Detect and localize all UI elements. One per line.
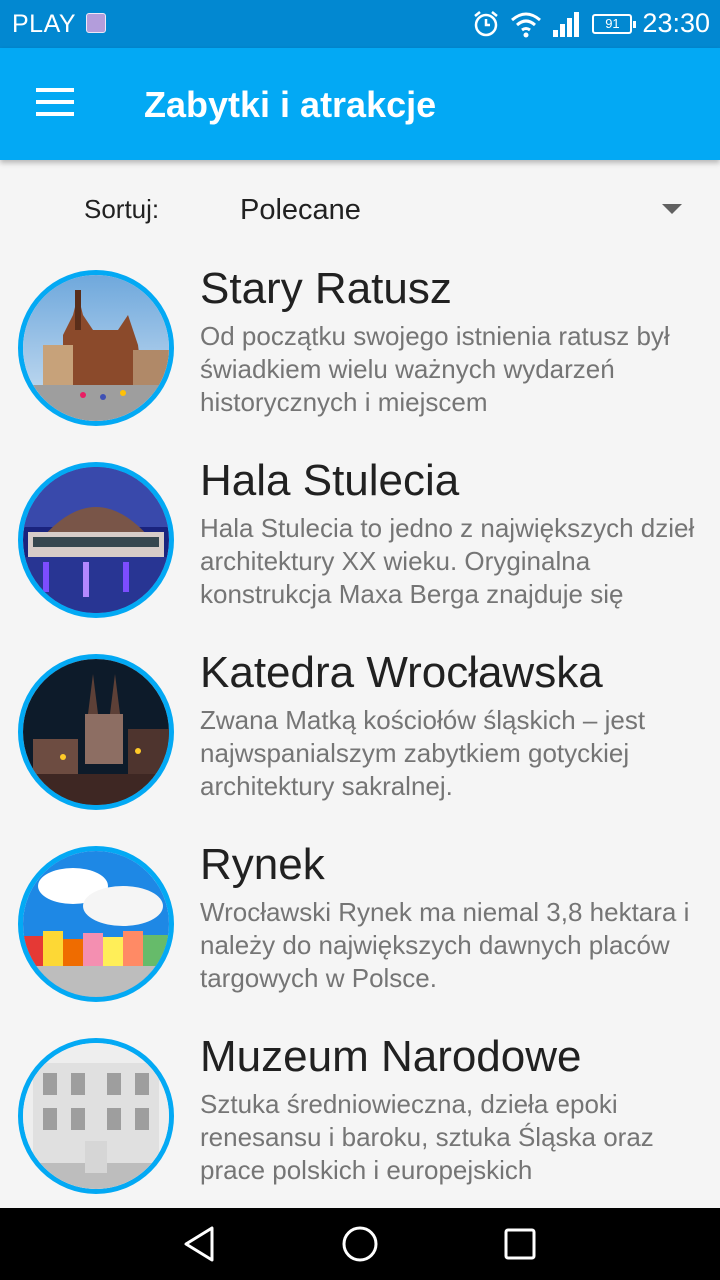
item-description: Hala Stulecia to jedno z największych dz… [200,513,695,609]
thumbnail-image [18,846,174,1002]
list-item-hala-stulecia[interactable]: Hala Stulecia Hala Stulecia to jedno z n… [0,448,720,628]
item-title: Muzeum Narodowe [200,1032,582,1081]
item-title: Katedra Wrocławska [200,648,603,697]
status-bar: PLAY 91 23:30 [0,0,720,48]
carrier-name: PLAY [12,10,77,38]
sort-label: Sortuj: [84,194,160,224]
gallery-notification-icon [86,13,106,33]
item-title: Stary Ratusz [200,264,452,313]
home-icon[interactable] [338,1222,382,1266]
thumbnail-image [18,270,174,426]
sort-selected-value: Polecane [240,194,361,226]
battery-icon: 91 [592,13,637,34]
navigation-bar [0,1208,720,1280]
alarm-icon [474,10,499,36]
recents-icon[interactable] [498,1222,542,1266]
back-icon[interactable] [178,1222,222,1266]
wifi-icon [511,12,542,37]
item-description: Wrocławski Rynek ma niemal 3,8 hektara i… [200,897,690,993]
item-description: Sztuka średniowieczna, dzieła epoki rene… [200,1089,654,1185]
thumbnail-image [18,1038,174,1194]
list-item-rynek[interactable]: Rynek Wrocławski Rynek ma niemal 3,8 hek… [0,832,720,1012]
page-title: Zabytki i atrakcje [144,84,437,125]
sort-dropdown[interactable]: Polecane [230,182,700,238]
app-bar: Zabytki i atrakcje [0,48,720,160]
list-item-stary-ratusz[interactable]: Stary Ratusz Od początku swojego istnien… [0,256,720,436]
item-description: Zwana Matką kościołów śląskich – jest na… [200,705,646,801]
signal-icon [553,11,580,37]
battery-level: 91 [605,15,620,31]
item-title: Rynek [200,840,325,889]
list-item-muzeum[interactable]: Muzeum Narodowe Sztuka średniowieczna, d… [0,1024,720,1204]
hamburger-menu-icon[interactable] [36,88,76,120]
item-description: Od początku swojego istnienia ratusz był… [200,321,670,417]
item-title: Hala Stulecia [200,456,460,505]
thumbnail-image [18,654,174,810]
list-item-katedra[interactable]: Katedra Wrocławska Zwana Matką kościołów… [0,640,720,820]
thumbnail-image [18,462,174,618]
clock: 23:30 [642,8,710,38]
dropdown-arrow-icon [662,204,682,214]
